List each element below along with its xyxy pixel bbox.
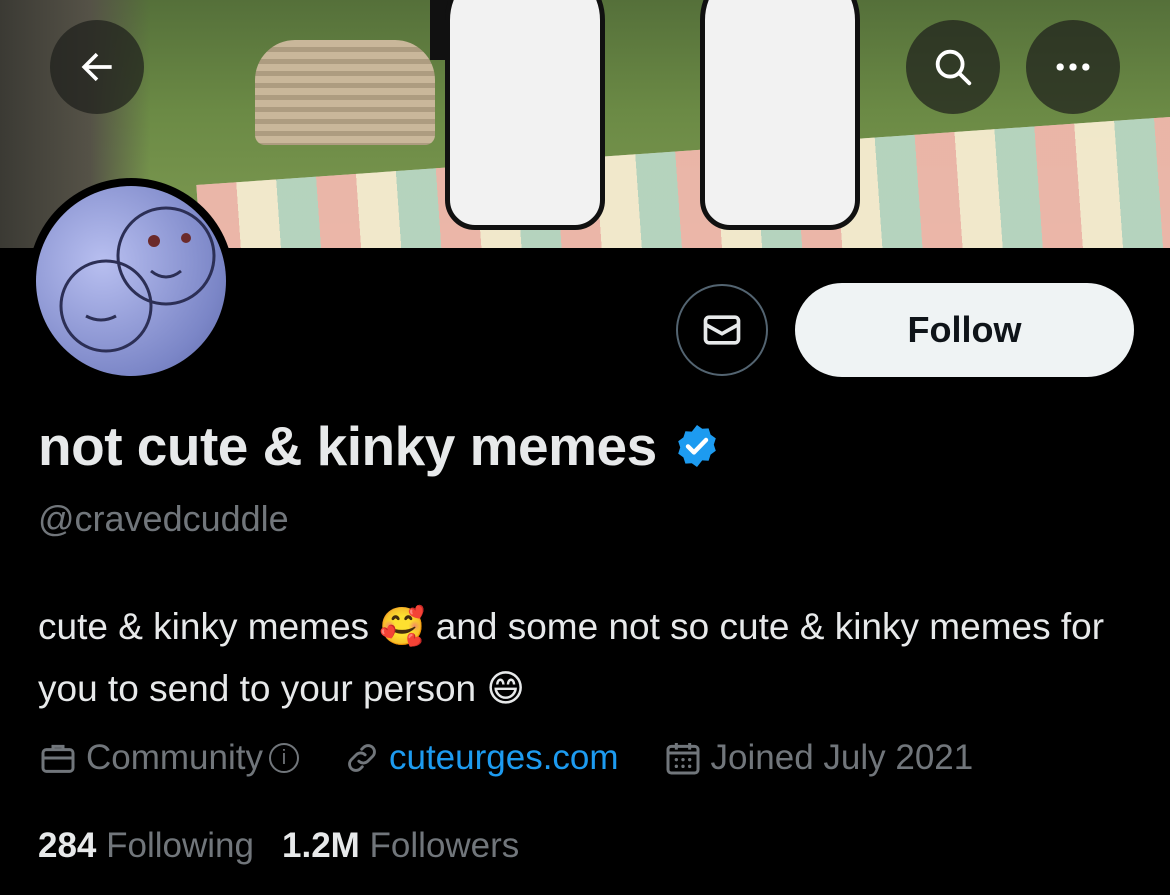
arrow-left-icon <box>81 52 112 82</box>
display-name-row: not cute & kinky memes <box>38 414 721 478</box>
bio: cute & kinky memes 🥰 and some not so cut… <box>38 596 1138 720</box>
grinning-face-emoji: 😄 <box>486 668 525 709</box>
joined-item: Joined July 2021 <box>663 738 974 778</box>
display-name: not cute & kinky memes <box>38 415 657 477</box>
follow-button[interactable]: Follow <box>795 283 1134 377</box>
briefcase-icon <box>41 744 75 773</box>
profile-meta-row: Community i cuteurges.com Joined July 20… <box>38 738 1017 778</box>
category-label: Community <box>86 738 263 777</box>
joined-label: Joined July 2021 <box>710 738 974 777</box>
message-button[interactable] <box>676 284 768 376</box>
handle: @cravedcuddle <box>38 498 289 539</box>
mail-icon <box>703 315 741 345</box>
banner-figure-right <box>700 0 860 230</box>
back-button[interactable] <box>50 20 144 114</box>
calendar-icon <box>666 743 700 775</box>
search-icon <box>935 49 972 86</box>
follow-stats: 284 Following 1.2M Followers <box>38 826 547 866</box>
avatar[interactable] <box>28 178 234 384</box>
bio-text-1: cute & kinky memes <box>38 606 380 647</box>
followers-count: 1.2M <box>282 826 360 865</box>
following-stat[interactable]: 284 Following <box>38 826 254 866</box>
link-icon <box>348 744 376 772</box>
verified-badge-icon[interactable] <box>673 422 721 470</box>
more-icon <box>1056 63 1090 71</box>
avatar-image <box>36 186 226 376</box>
followers-stat[interactable]: 1.2M Followers <box>282 826 519 866</box>
website-link[interactable]: cuteurges.com <box>389 738 619 778</box>
more-button[interactable] <box>1026 20 1120 114</box>
website-item[interactable]: cuteurges.com <box>343 738 619 778</box>
category-item[interactable]: Community i <box>38 738 299 778</box>
banner-basket <box>255 40 435 145</box>
following-label: Following <box>106 826 254 865</box>
following-count: 284 <box>38 826 97 865</box>
search-button[interactable] <box>906 20 1000 114</box>
banner-figure-left <box>445 0 605 230</box>
info-icon[interactable]: i <box>268 743 299 773</box>
followers-label: Followers <box>369 826 520 865</box>
smiling-face-hearts-emoji: 🥰 <box>379 606 426 647</box>
